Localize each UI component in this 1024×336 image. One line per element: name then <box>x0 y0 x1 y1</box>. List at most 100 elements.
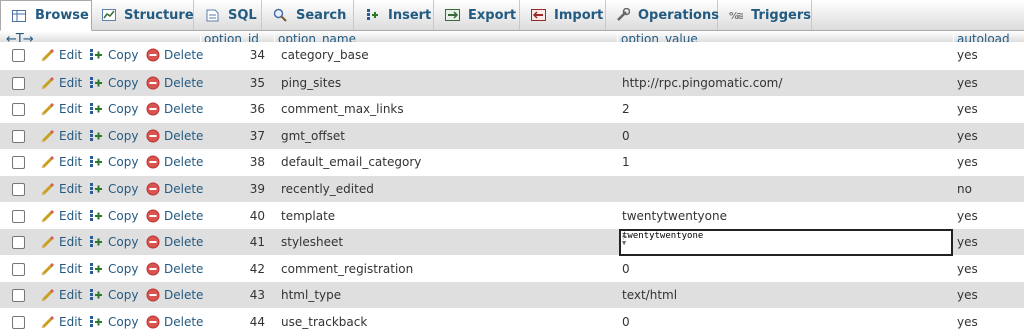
option-id-cell[interactable]: 41 <box>225 229 265 255</box>
row-checkbox[interactable] <box>12 76 25 90</box>
autoload-cell[interactable]: yes <box>957 282 978 308</box>
resize-grip-icon[interactable]: ⋰ <box>622 231 949 253</box>
autoload-cell[interactable]: yes <box>957 203 978 229</box>
option-name-cell[interactable]: comment_registration <box>281 256 413 282</box>
option-name-cell[interactable]: gmt_offset <box>281 123 345 149</box>
option-name-cell[interactable]: ping_sites <box>281 70 341 96</box>
copy-button[interactable]: Copy <box>89 42 138 68</box>
tab-search[interactable]: Search <box>262 0 354 30</box>
delete-button[interactable]: Delete <box>145 42 203 68</box>
option-id-cell[interactable]: 35 <box>225 70 265 96</box>
autoload-cell[interactable]: yes <box>957 42 978 68</box>
copy-icon <box>89 128 105 144</box>
option-id-cell[interactable]: 36 <box>225 96 265 122</box>
delete-button[interactable]: Delete <box>145 203 203 229</box>
row-checkbox[interactable] <box>12 316 25 329</box>
tab-triggers[interactable]: % ≋ Triggers <box>718 0 812 30</box>
edit-button[interactable]: Edit <box>40 203 82 229</box>
tab-operations[interactable]: Operations <box>606 0 719 30</box>
delete-button[interactable]: Delete <box>145 70 203 96</box>
option-id-cell[interactable]: 39 <box>225 176 265 202</box>
row-checkbox[interactable] <box>12 236 25 250</box>
copy-button[interactable]: Copy <box>89 123 138 149</box>
option-value-inline-editor[interactable]: twentytwentyone ▲ ▼ ⋰ <box>619 229 953 257</box>
delete-button[interactable]: Delete <box>145 256 203 282</box>
copy-button[interactable]: Copy <box>89 70 138 96</box>
row-checkbox[interactable] <box>12 183 25 196</box>
option-name-cell[interactable]: comment_max_links <box>281 96 404 122</box>
option-id-cell[interactable]: 38 <box>225 149 265 175</box>
tab-browse[interactable]: Browse <box>0 0 92 31</box>
row-checkbox[interactable] <box>12 129 25 143</box>
autoload-cell[interactable]: yes <box>957 96 978 122</box>
copy-button[interactable]: Copy <box>89 256 138 282</box>
autoload-cell[interactable]: yes <box>957 309 978 335</box>
tab-import[interactable]: Import <box>520 0 606 30</box>
copy-icon <box>89 234 105 250</box>
option-value-cell[interactable]: twentytwentyone <box>622 203 727 229</box>
edit-button[interactable]: Edit <box>40 229 82 255</box>
copy-icon <box>89 287 105 303</box>
row-checkbox[interactable] <box>12 262 25 276</box>
edit-button[interactable]: Edit <box>40 282 82 308</box>
option-name-cell[interactable]: use_trackback <box>281 309 367 335</box>
edit-button[interactable]: Edit <box>40 123 82 149</box>
delete-button[interactable]: Delete <box>145 96 203 122</box>
autoload-cell[interactable]: yes <box>957 123 978 149</box>
copy-button[interactable]: Copy <box>89 149 138 175</box>
option-id-cell[interactable]: 40 <box>225 203 265 229</box>
option-name-cell[interactable]: category_base <box>281 42 369 68</box>
option-value-cell[interactable]: 0 <box>622 123 630 149</box>
edit-button[interactable]: Edit <box>40 70 82 96</box>
copy-button[interactable]: Copy <box>89 282 138 308</box>
autoload-cell[interactable]: yes <box>957 70 978 96</box>
option-name-cell[interactable]: recently_edited <box>281 176 374 202</box>
delete-button[interactable]: Delete <box>145 149 203 175</box>
copy-button[interactable]: Copy <box>89 176 138 202</box>
copy-button[interactable]: Copy <box>89 309 138 335</box>
tab-structure[interactable]: Structure <box>92 0 194 30</box>
option-name-cell[interactable]: template <box>281 203 335 229</box>
copy-button[interactable]: Copy <box>89 203 138 229</box>
edit-button[interactable]: Edit <box>40 176 82 202</box>
delete-button[interactable]: Delete <box>145 176 203 202</box>
edit-button[interactable]: Edit <box>40 149 82 175</box>
edit-button[interactable]: Edit <box>40 96 82 122</box>
option-value-cell[interactable]: 1 <box>622 149 630 175</box>
option-value-cell[interactable]: http://rpc.pingomatic.com/ <box>622 70 782 96</box>
edit-button[interactable]: Edit <box>40 42 82 68</box>
copy-button[interactable]: Copy <box>89 229 138 255</box>
option-id-cell[interactable]: 42 <box>225 256 265 282</box>
edit-button[interactable]: Edit <box>40 309 82 335</box>
autoload-cell[interactable]: yes <box>957 256 978 282</box>
row-checkbox[interactable] <box>12 209 25 223</box>
option-name-cell[interactable]: stylesheet <box>281 229 343 255</box>
option-id-cell[interactable]: 37 <box>225 123 265 149</box>
option-id-cell[interactable]: 43 <box>225 282 265 308</box>
copy-button[interactable]: Copy <box>89 96 138 122</box>
row-checkbox[interactable] <box>12 103 25 117</box>
option-value-cell[interactable]: 2 <box>622 96 630 122</box>
autoload-cell[interactable]: yes <box>957 149 978 175</box>
autoload-cell[interactable]: yes <box>957 229 978 255</box>
option-id-cell[interactable]: 34 <box>225 42 265 68</box>
option-name-cell[interactable]: default_email_category <box>281 149 421 175</box>
delete-button[interactable]: Delete <box>145 309 203 335</box>
row-checkbox[interactable] <box>12 156 25 170</box>
option-value-cell[interactable]: text/html <box>622 282 677 308</box>
delete-button[interactable]: Delete <box>145 123 203 149</box>
delete-button[interactable]: Delete <box>145 229 203 255</box>
row-checkbox[interactable] <box>12 49 25 62</box>
tab-export[interactable]: Export <box>434 0 520 30</box>
tab-insert[interactable]: Insert <box>354 0 434 30</box>
option-value-cell[interactable]: 0 <box>622 256 630 282</box>
delete-button[interactable]: Delete <box>145 282 203 308</box>
option-value-cell[interactable]: 0 <box>622 309 630 335</box>
tab-sql[interactable]: SQL <box>194 0 262 30</box>
edit-button[interactable]: Edit <box>40 256 82 282</box>
row-checkbox[interactable] <box>12 289 25 303</box>
option-id-cell[interactable]: 44 <box>225 309 265 335</box>
autoload-cell[interactable]: no <box>957 176 972 202</box>
option-name-cell[interactable]: html_type <box>281 282 341 308</box>
pencil-icon <box>40 234 56 250</box>
